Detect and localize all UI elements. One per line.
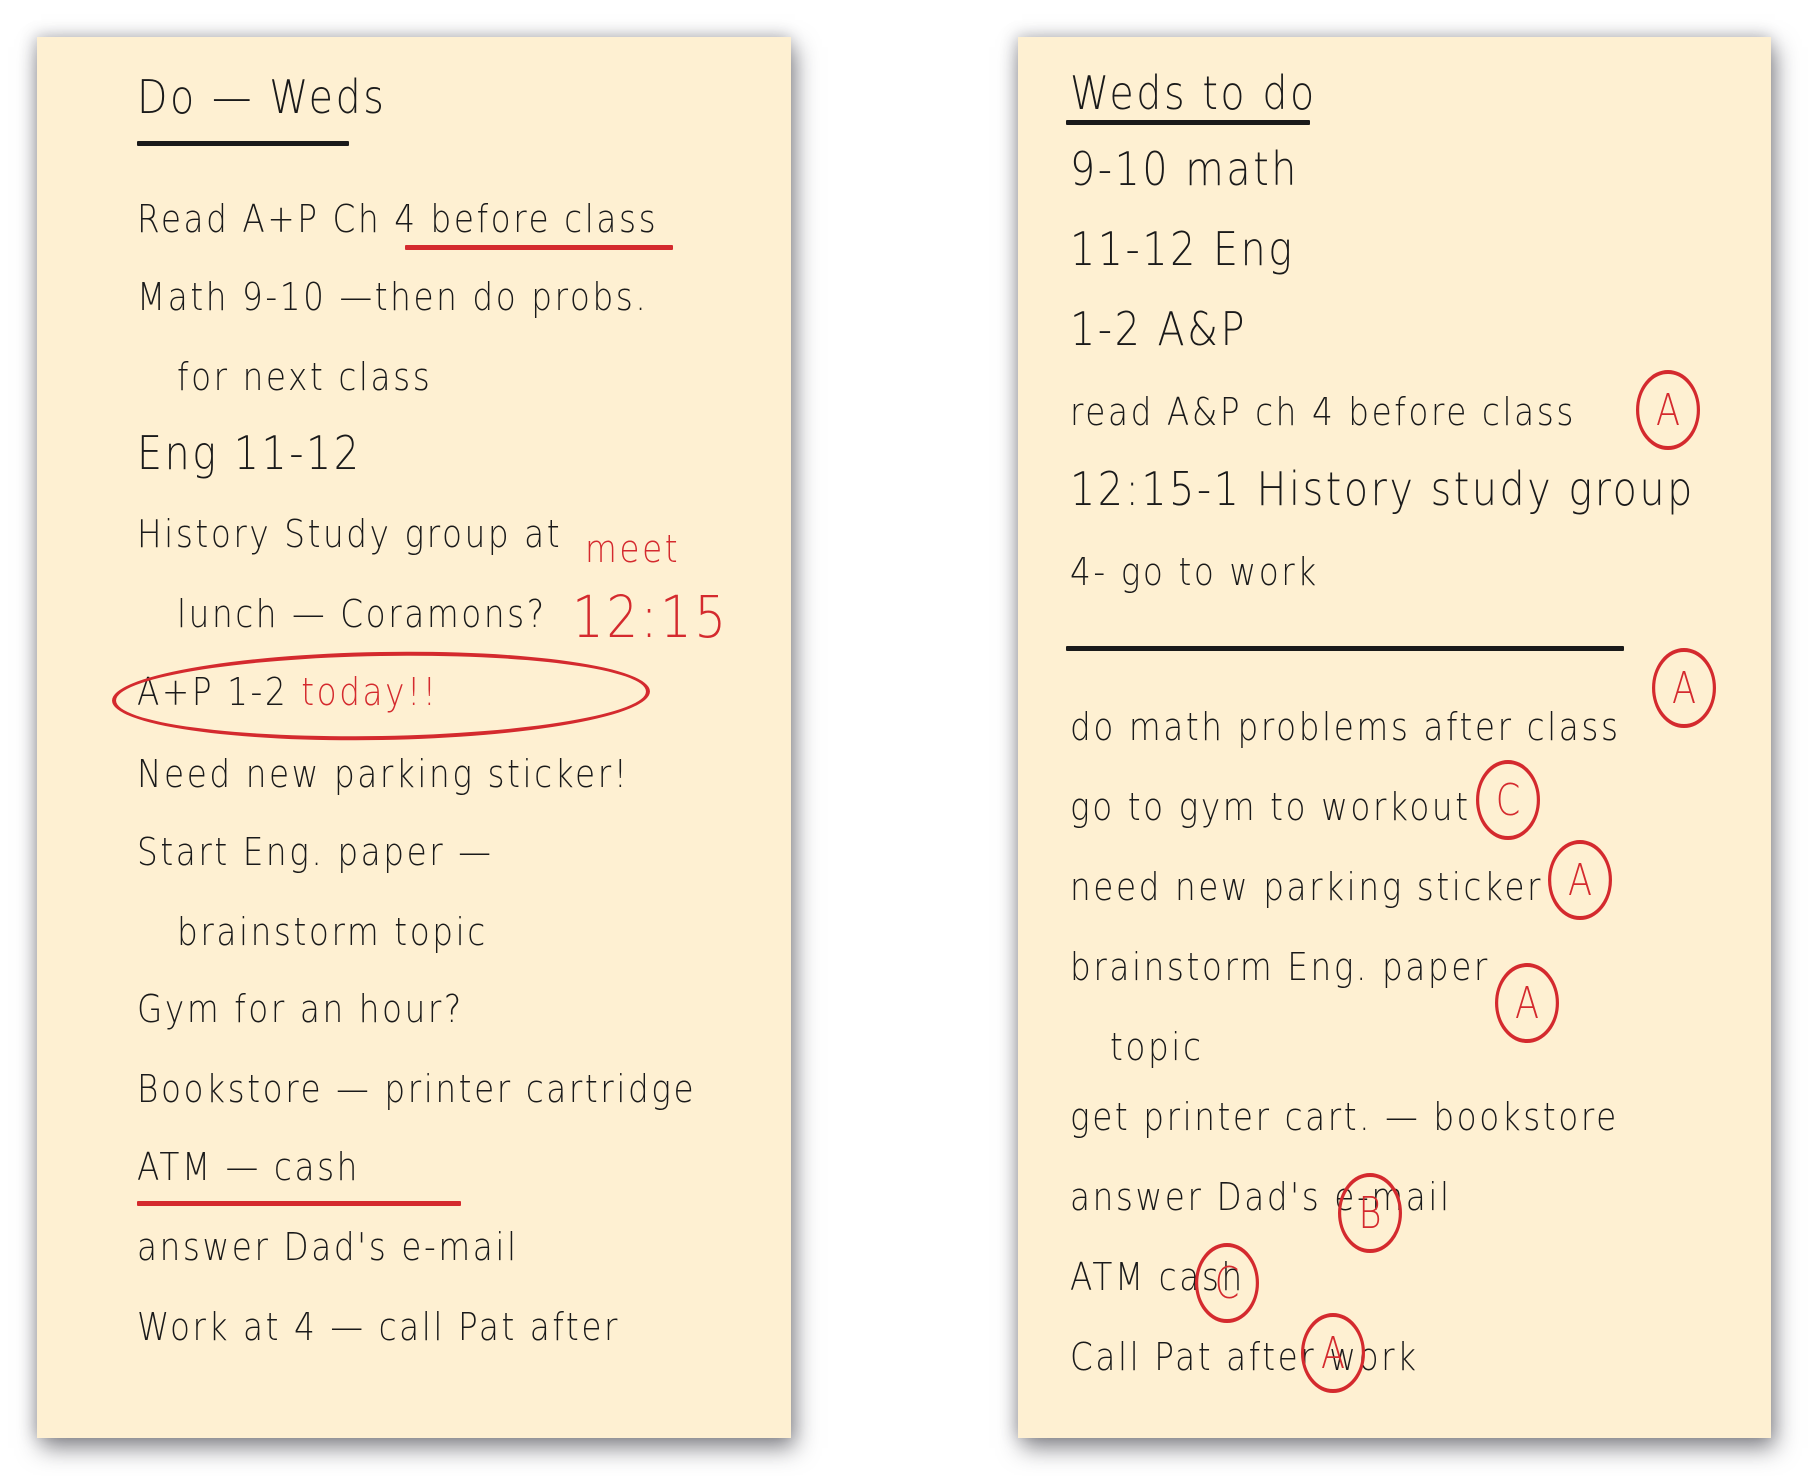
right-line-work: 4- go to work (1070, 550, 1319, 594)
left-line-history: History Study group at (137, 512, 563, 556)
grade-circle-parking: A (1548, 840, 1612, 920)
left-line-brainstorm: brainstorm topic (177, 910, 488, 954)
left-line-read-ap: Read A+P Ch 4 before class (137, 197, 659, 241)
grade-circle-atm: C (1195, 1243, 1259, 1323)
left-line-atm: ATM — cash (137, 1145, 360, 1189)
right-line-read-ap: read A&P ch 4 before class (1070, 390, 1576, 434)
left-note-title: Do — Weds (137, 70, 387, 124)
left-annotation-time: 12:15 (572, 583, 729, 651)
left-line-eng: Eng 11-12 (137, 426, 362, 480)
right-line-brainstorm: brainstorm Eng. paper (1070, 945, 1490, 989)
left-line-next-class: for next class (177, 355, 433, 399)
right-line-math: 9-10 math (1070, 142, 1299, 196)
left-title-underline (137, 141, 349, 146)
left-line-bookstore: Bookstore — printer cartridge (137, 1067, 697, 1111)
right-line-parking: need new parking sticker (1070, 865, 1544, 909)
left-line-work: Work at 4 — call Pat after (137, 1305, 621, 1349)
left-line-parking: Need new parking sticker! (137, 752, 630, 796)
right-line-printer: get printer cart. — bookstore (1070, 1095, 1619, 1139)
left-red-underline-before-class (405, 245, 673, 250)
right-line-math-problems: do math problems after class (1070, 705, 1621, 749)
right-note-title: Weds to do (1070, 66, 1317, 120)
left-line-start-eng: Start Eng. paper — (137, 830, 494, 874)
left-line-gym: Gym for an hour? (137, 987, 464, 1031)
grade-circle-read-ap: A (1636, 370, 1700, 450)
grade-circle-call-pat: A (1301, 1313, 1365, 1393)
right-line-ap: 1-2 A&P (1070, 302, 1248, 356)
grade-circle-dads-email: B (1338, 1173, 1402, 1253)
grade-circle-brainstorm: A (1495, 963, 1559, 1043)
left-annotation-meet: meet (585, 527, 681, 571)
left-red-underline-atm (137, 1201, 461, 1206)
right-line-history: 12:15-1 History study group (1070, 462, 1695, 516)
grade-circle-math-problems: A (1652, 648, 1716, 728)
right-line-topic: topic (1110, 1025, 1204, 1069)
left-line-dads-email: answer Dad's e-mail (137, 1225, 519, 1269)
right-title-underline (1066, 120, 1310, 125)
right-divider (1066, 646, 1624, 651)
left-line-lunch: lunch — Coramons? (177, 592, 547, 636)
left-line-math: Math 9-10 —then do probs. (137, 275, 649, 319)
right-line-eng: 11-12 Eng (1070, 222, 1295, 276)
grade-circle-gym: C (1476, 760, 1540, 840)
right-line-call-pat: Call Pat after work (1070, 1335, 1419, 1379)
right-line-gym: go to gym to workout (1070, 785, 1471, 829)
